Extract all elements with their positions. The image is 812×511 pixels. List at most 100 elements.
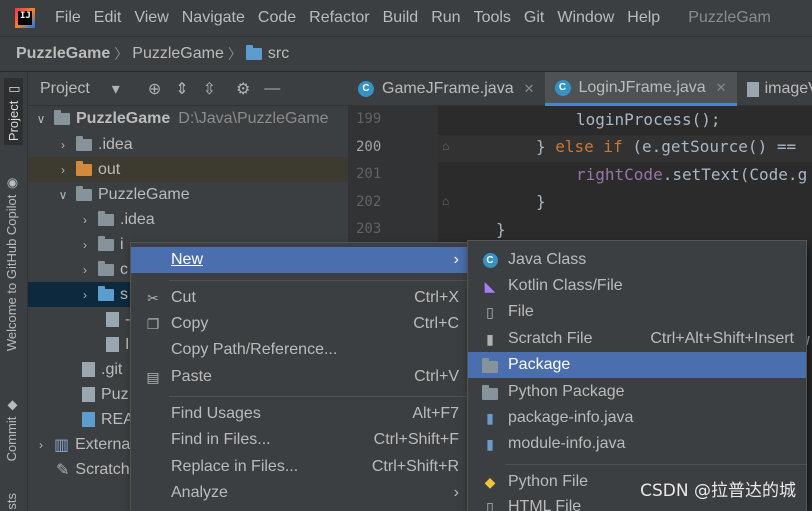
breadcrumb-src[interactable]: src	[268, 45, 289, 63]
tree-row-idea[interactable]: › .idea	[28, 132, 348, 157]
excluded-file-icon	[106, 312, 119, 327]
menu-item-label: New	[171, 251, 204, 268]
code-line-201: rightCode.setText(Code.g	[576, 165, 808, 184]
menu-window[interactable]: Window	[557, 9, 614, 27]
menu-view[interactable]: View	[134, 9, 168, 27]
menu-tools[interactable]: Tools	[474, 9, 511, 27]
menu-item-analyze[interactable]: Analyze ›	[131, 480, 467, 506]
submenu-item-file[interactable]: ▯ File	[468, 299, 806, 325]
copy-icon: ❐	[146, 315, 160, 332]
fold-icon[interactable]: ⌂	[442, 194, 449, 208]
submenu-item-package[interactable]: Package	[468, 352, 806, 378]
chevron-down-icon[interactable]: ▾	[112, 79, 120, 99]
code-line-202: }	[536, 192, 546, 211]
submenu-item-module-info[interactable]: ▮ module-info.java	[468, 431, 806, 457]
breadcrumb-module[interactable]: PuzzleGame	[132, 45, 224, 63]
menu-item-find-usages[interactable]: Find Usages Alt+F7	[131, 401, 467, 427]
tab-gamejframe[interactable]: C GameJFrame.java ✕	[348, 72, 545, 106]
menu-item-replace-in-files[interactable]: Replace in Files... Ctrl+Shift+R	[131, 454, 467, 480]
menu-item-shortcut: Ctrl+Shift+F	[373, 431, 459, 448]
chevron-right-icon[interactable]: ›	[78, 213, 92, 227]
gear-icon[interactable]: ⚙	[236, 79, 250, 99]
menu-build[interactable]: Build	[383, 9, 419, 27]
menu-edit[interactable]: Edit	[94, 9, 122, 27]
chevron-right-icon: ›	[453, 484, 459, 501]
submenu-item-java-class[interactable]: C Java Class	[468, 247, 806, 273]
chevron-right-icon[interactable]: ›	[78, 238, 92, 252]
minimize-icon[interactable]: —	[264, 80, 280, 98]
tool-tab-commit[interactable]: Commit ◆	[4, 398, 19, 461]
menu-refactor[interactable]: Refactor	[309, 9, 369, 27]
tab-loginjframe[interactable]: C LoginJFrame.java ✕	[544, 72, 737, 106]
menu-item-paste[interactable]: ▤ Paste Ctrl+V	[131, 364, 467, 390]
menu-help[interactable]: Help	[627, 9, 660, 27]
new-submenu: C Java Class ◣ Kotlin Class/File ▯ File …	[467, 240, 807, 511]
tree-row-out[interactable]: › out	[28, 157, 348, 182]
collapse-all-icon[interactable]: ⇳	[203, 79, 216, 99]
submenu-item-scratch[interactable]: ▮ Scratch File Ctrl+Alt+Shift+Insert	[468, 326, 806, 352]
menu-item-find-in-files[interactable]: Find in Files... Ctrl+Shift+F	[131, 427, 467, 453]
menu-item-copy[interactable]: ❐ Copy Ctrl+C	[131, 311, 467, 337]
menu-code[interactable]: Code	[258, 9, 296, 27]
chevron-right-icon[interactable]: ›	[34, 438, 48, 452]
watermark: CSDN @拉普达的城	[640, 481, 796, 501]
line-number: 200	[356, 139, 382, 155]
folder-icon	[76, 160, 92, 176]
breadcrumb-project[interactable]: PuzzleGame	[16, 45, 110, 63]
kotlin-icon: ◣	[484, 277, 496, 294]
tree-row-root[interactable]: ∨ PuzzleGame D:\Java\PuzzleGame	[28, 106, 348, 131]
close-icon[interactable]: ✕	[716, 80, 727, 96]
html-file-icon: ▯	[486, 498, 494, 511]
tree-item-label: Externa	[75, 435, 131, 453]
expand-all-icon[interactable]: ⇕	[175, 79, 188, 99]
tree-row-sub-idea[interactable]: › .idea	[28, 207, 348, 232]
tree-item-label: out	[98, 160, 121, 178]
menu-item-label: Java Class	[508, 251, 587, 268]
menu-item-label: Find in Files...	[171, 431, 271, 448]
folder-icon	[98, 260, 114, 276]
submenu-item-python-package[interactable]: Python Package	[468, 379, 806, 405]
chevron-down-icon[interactable]: ∨	[56, 188, 70, 202]
chevron-right-icon: ›	[453, 251, 459, 268]
tool-tab-project[interactable]: Project ▭	[4, 78, 23, 146]
tree-item-label: c	[120, 260, 128, 278]
menu-navigate[interactable]: Navigate	[182, 9, 245, 27]
chevron-right-icon[interactable]: ›	[56, 163, 70, 177]
markdown-icon	[82, 412, 95, 427]
tree-row-puzzlegame[interactable]: ∨ PuzzleGame	[28, 182, 348, 207]
tool-tab-structure[interactable]: sts	[4, 493, 19, 510]
tab-imagev[interactable]: imageV	[737, 72, 812, 106]
chevron-down-icon[interactable]: ∨	[34, 112, 48, 126]
code-line-203: }	[496, 220, 506, 239]
tree-root-path: D:\Java\PuzzleGame	[178, 109, 329, 127]
chevron-right-icon[interactable]: ›	[78, 263, 92, 277]
source-folder-icon	[98, 285, 114, 301]
java-file-icon: ▮	[486, 409, 494, 426]
tree-item-label: I	[125, 335, 130, 353]
tool-tab-copilot[interactable]: Welcome to GitHub Copilot ◉	[4, 176, 19, 351]
folder-icon	[76, 135, 92, 151]
menu-file[interactable]: File	[55, 9, 81, 27]
chevron-right-icon[interactable]: ›	[78, 288, 92, 302]
chevron-right-icon[interactable]: ›	[56, 138, 70, 152]
menu-run[interactable]: Run	[431, 9, 460, 27]
code-line-200: } else if (e.getSource() ==	[536, 137, 797, 156]
scratch-file-icon: ▮	[486, 330, 494, 347]
submenu-item-kotlin[interactable]: ◣ Kotlin Class/File	[468, 273, 806, 299]
left-tool-strip: Project ▭ Welcome to GitHub Copilot ◉ Co…	[0, 72, 28, 511]
menu-separator	[169, 280, 467, 281]
menu-git[interactable]: Git	[524, 9, 544, 27]
menu-item-new[interactable]: New ›	[131, 247, 467, 273]
close-icon[interactable]: ✕	[524, 81, 535, 97]
module-folder-icon	[76, 185, 92, 201]
menu-item-label: Python Package	[508, 383, 625, 400]
submenu-item-package-info[interactable]: ▮ package-info.java	[468, 405, 806, 431]
menu-item-copy-path[interactable]: Copy Path/Reference...	[131, 337, 467, 363]
package-icon	[482, 358, 498, 373]
java-class-icon: C	[482, 252, 498, 268]
project-panel-title[interactable]: Project	[40, 80, 90, 98]
fold-icon[interactable]: ⌂	[442, 139, 449, 153]
menu-item-cut[interactable]: ✂ Cut Ctrl+X	[131, 285, 467, 311]
tab-label: LoginJFrame.java	[578, 78, 706, 96]
locate-icon[interactable]: ⊕	[148, 79, 161, 99]
